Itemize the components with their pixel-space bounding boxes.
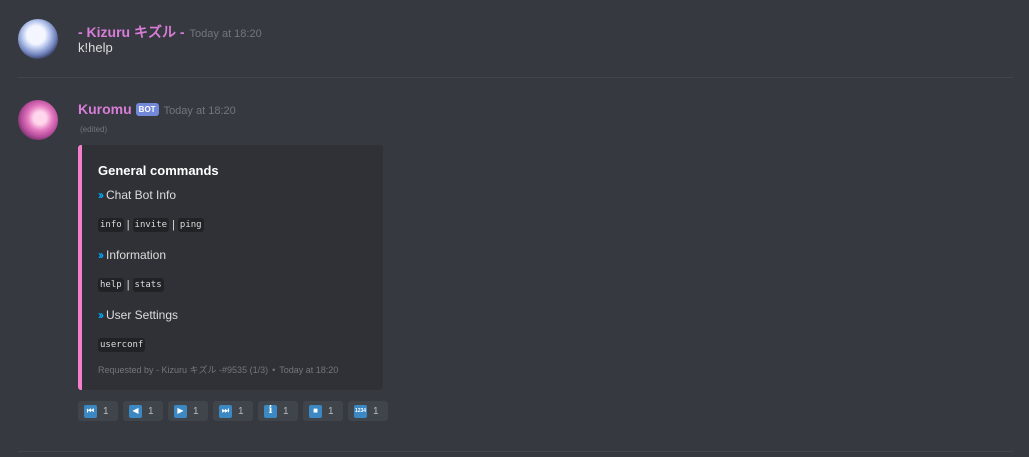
- separator: |: [172, 219, 175, 231]
- message-divider: [18, 451, 1013, 452]
- message-header: Kuromu BOT Today at 18:20: [78, 101, 236, 118]
- reaction-next-page[interactable]: ▶ 1: [168, 401, 208, 421]
- field-codes-information: help | stats: [98, 278, 164, 292]
- field-label: Information: [106, 248, 167, 262]
- field-name-chat-bot-info: ›› Chat Bot Info: [98, 188, 176, 202]
- embed-title: General commands: [98, 163, 219, 178]
- next-page-icon: ▶: [174, 404, 187, 418]
- message-header: - Kizuru キズル - Today at 18:20: [78, 22, 262, 42]
- first-page-icon: ⏮: [84, 404, 97, 418]
- field-label: Chat Bot Info: [106, 188, 177, 202]
- footer-dot: •: [272, 365, 276, 375]
- code-stats: stats: [132, 278, 164, 292]
- reaction-count: 1: [238, 405, 244, 417]
- numbers-icon: 1234: [354, 404, 367, 418]
- code-help: help: [98, 278, 124, 292]
- previous-page-icon: ◀: [129, 404, 142, 418]
- reaction-numbers[interactable]: 1234 1: [348, 401, 388, 421]
- edited-label: (edited): [80, 125, 108, 134]
- reaction-count: 1: [328, 405, 334, 417]
- timestamp: Today at 18:20: [163, 105, 236, 117]
- reaction-info[interactable]: i 1: [258, 401, 298, 421]
- author-name[interactable]: Kuromu: [78, 101, 132, 117]
- field-codes-user-settings: userconf: [98, 338, 146, 352]
- reaction-count: 1: [373, 405, 379, 417]
- message-divider: [18, 77, 1013, 78]
- reaction-previous-page[interactable]: ◀ 1: [123, 401, 163, 421]
- reaction-count: 1: [283, 405, 289, 417]
- field-label: User Settings: [106, 308, 179, 322]
- code-ping: ping: [177, 218, 204, 232]
- footer-timestamp: Today at 18:20: [279, 365, 339, 375]
- reaction-last-page[interactable]: ⏭ 1: [213, 401, 253, 421]
- chevron-icon: ››: [98, 188, 104, 202]
- embed-footer: Requested by - Kizuru キズル -#9535 (1/3) • T…: [98, 363, 338, 376]
- footer-text: Requested by - Kizuru キズル -#9535 (1/3): [98, 365, 269, 375]
- reaction-stop[interactable]: ■ 1: [303, 401, 343, 421]
- last-page-icon: ⏭: [219, 404, 232, 418]
- field-codes-chat-bot-info: info | invite | ping: [98, 218, 204, 232]
- stop-icon: ■: [309, 404, 322, 418]
- separator: |: [126, 219, 130, 231]
- message-content: k!help: [78, 40, 113, 55]
- reaction-first-page[interactable]: ⏮ 1: [78, 401, 118, 421]
- avatar-kizuru[interactable]: [18, 19, 58, 59]
- field-name-information: ›› Information: [98, 248, 166, 262]
- reaction-bar: ⏮ 1 ◀ 1 ▶ 1 ⏭ 1 i 1 ■ 1 1234 1: [78, 401, 393, 421]
- code-userconf: userconf: [98, 338, 146, 352]
- help-embed: General commands ›› Chat Bot Info info | …: [78, 145, 383, 390]
- separator: |: [126, 279, 130, 291]
- reaction-count: 1: [193, 405, 199, 417]
- author-name[interactable]: - Kizuru キズル -: [78, 22, 185, 42]
- timestamp: Today at 18:20: [189, 28, 262, 40]
- chevron-icon: ››: [98, 308, 104, 322]
- avatar-kuromu[interactable]: [18, 100, 58, 140]
- field-name-user-settings: ›› User Settings: [98, 308, 178, 322]
- reaction-count: 1: [103, 405, 109, 417]
- info-icon: i: [264, 404, 277, 418]
- chevron-icon: ››: [98, 248, 104, 262]
- code-info: info: [98, 218, 124, 232]
- bot-badge: BOT: [135, 103, 159, 116]
- reaction-count: 1: [148, 405, 154, 417]
- code-invite: invite: [132, 218, 170, 232]
